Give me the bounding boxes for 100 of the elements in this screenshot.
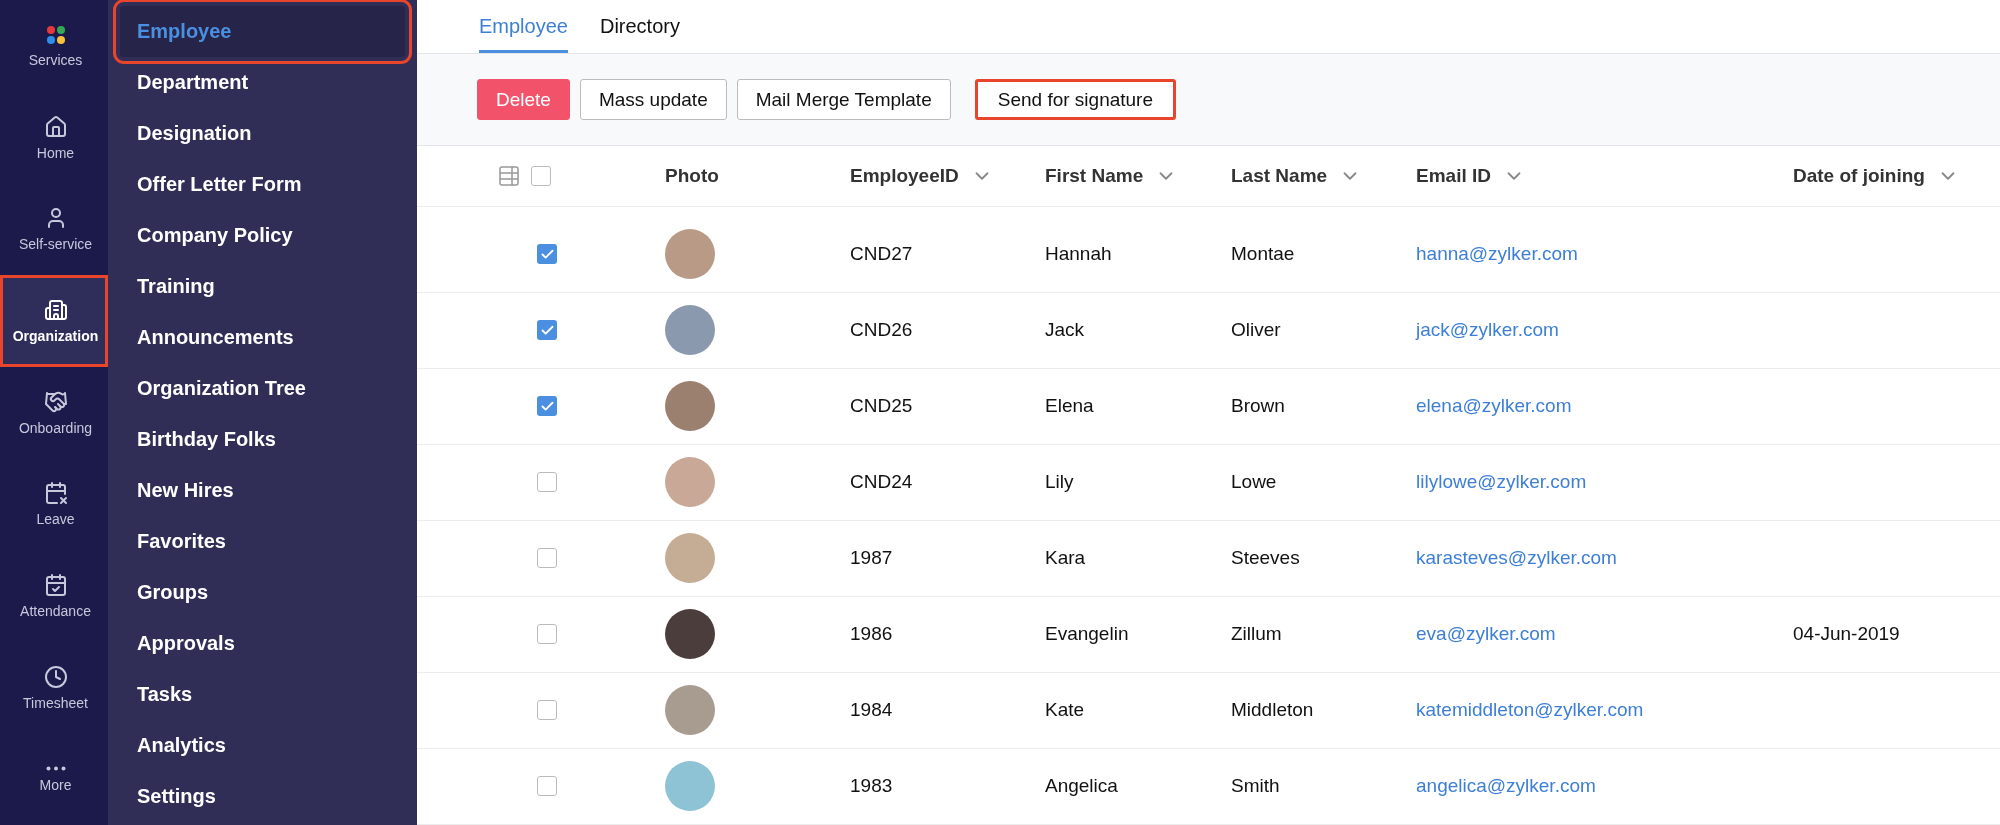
column-settings-icon[interactable] xyxy=(497,164,521,189)
avatar xyxy=(665,457,715,508)
rail-label: Attendance xyxy=(20,602,91,619)
avatar xyxy=(665,381,715,432)
table-cell: Jack xyxy=(1045,319,1085,341)
row-checkbox[interactable] xyxy=(537,472,557,493)
handshake-icon xyxy=(43,389,68,414)
select-all-checkbox[interactable] xyxy=(531,166,551,187)
table-cell: Lily xyxy=(1045,471,1074,493)
sidebar-item[interactable]: Approvals xyxy=(120,618,405,669)
sidebar-item[interactable]: Favorites xyxy=(120,516,405,567)
column-header: Photo xyxy=(665,165,719,188)
table-cell: 1983 xyxy=(850,775,893,797)
rail-item[interactable]: Timesheet xyxy=(0,641,108,734)
table-cell: Middleton xyxy=(1231,699,1314,721)
more-icon xyxy=(45,765,66,771)
rail-item[interactable]: Organization xyxy=(0,275,108,367)
email-link[interactable]: karasteves@zylker.com xyxy=(1416,547,1617,569)
row-checkbox[interactable] xyxy=(537,244,557,265)
rail-item[interactable]: Self-service xyxy=(0,183,108,275)
email-link[interactable]: eva@zylker.com xyxy=(1416,623,1556,645)
check-icon xyxy=(539,323,555,338)
calendar-icon xyxy=(43,481,68,506)
table-cell: CND27 xyxy=(850,243,913,265)
row-checkbox[interactable] xyxy=(537,548,557,569)
four-dots-icon xyxy=(44,23,67,46)
table-cell: CND24 xyxy=(850,471,913,493)
table-cell: 1987 xyxy=(850,547,893,569)
sidebar-item[interactable]: Company Policy xyxy=(120,210,405,261)
row-checkbox[interactable] xyxy=(537,700,557,721)
table-cell: 1986 xyxy=(850,623,893,645)
avatar xyxy=(665,609,715,660)
home-icon xyxy=(43,114,68,139)
table-cell: Elena xyxy=(1045,395,1094,417)
table-cell: Angelica xyxy=(1045,775,1118,797)
rail-label: More xyxy=(39,776,72,793)
sidebar-item[interactable]: Tasks xyxy=(120,669,405,720)
rail-label: Self-service xyxy=(18,236,93,253)
table-cell: Kate xyxy=(1045,699,1085,721)
toolbar-button[interactable]: Mail Merge Template xyxy=(736,79,951,120)
rail-label: Leave xyxy=(36,511,75,528)
rail-item[interactable]: Services xyxy=(0,0,108,92)
row-checkbox[interactable] xyxy=(537,776,557,797)
avatar xyxy=(665,533,715,584)
table-cell: Brown xyxy=(1231,395,1285,417)
table-cell: Steeves xyxy=(1231,547,1300,569)
rail-item[interactable]: Leave xyxy=(0,458,108,551)
calendar-check-icon xyxy=(43,572,68,597)
table-cell: 04-Jun-2019 xyxy=(1793,623,1900,645)
sidebar-item[interactable]: Offer Letter Form xyxy=(120,159,405,210)
table-cell: Lowe xyxy=(1231,471,1277,493)
sidebar-item[interactable]: Birthday Folks xyxy=(120,414,405,465)
table-cell: Evangelin xyxy=(1045,623,1129,645)
email-link[interactable]: hanna@zylker.com xyxy=(1416,243,1578,265)
sidebar-item[interactable]: Analytics xyxy=(120,720,405,771)
sidebar-item[interactable]: Announcements xyxy=(120,312,405,363)
column-header[interactable]: First Name xyxy=(1045,165,1178,188)
avatar xyxy=(665,761,715,812)
sidebar-item[interactable]: Organization Tree xyxy=(120,363,405,414)
tab[interactable]: Directory xyxy=(599,0,680,53)
rail-item[interactable]: Attendance xyxy=(0,550,108,642)
rail-label: Timesheet xyxy=(23,694,88,711)
email-link[interactable]: elena@zylker.com xyxy=(1416,395,1572,417)
email-link[interactable]: lilylowe@zylker.com xyxy=(1416,471,1587,493)
table-cell: 1984 xyxy=(850,699,893,721)
email-link[interactable]: angelica@zylker.com xyxy=(1416,775,1596,797)
rail-item[interactable]: More xyxy=(0,733,108,825)
email-link[interactable]: jack@zylker.com xyxy=(1416,319,1559,341)
sidebar-item[interactable]: Designation xyxy=(120,108,405,159)
table-cell: Montae xyxy=(1231,243,1295,265)
column-header[interactable]: Date of joining xyxy=(1793,165,1959,188)
toolbar-button[interactable]: Send for signature xyxy=(974,79,1176,120)
row-checkbox[interactable] xyxy=(537,624,557,645)
sidebar-item[interactable]: Department xyxy=(120,57,405,108)
row-checkbox[interactable] xyxy=(537,396,557,417)
table-cell: Zillum xyxy=(1231,623,1282,645)
sidebar-item[interactable]: New Hires xyxy=(120,465,405,516)
table-cell: Kara xyxy=(1045,547,1086,569)
row-checkbox[interactable] xyxy=(537,320,557,341)
column-header[interactable]: Email ID xyxy=(1416,165,1525,188)
sidebar-item[interactable]: Groups xyxy=(120,567,405,618)
avatar xyxy=(665,685,715,736)
check-icon xyxy=(539,247,555,262)
column-header[interactable]: EmployeeID xyxy=(850,165,993,188)
table-cell: Smith xyxy=(1231,775,1280,797)
avatar xyxy=(665,305,715,356)
table-cell: CND26 xyxy=(850,319,913,341)
rail-label: Services xyxy=(28,51,83,68)
rail-label: Onboarding xyxy=(18,419,93,436)
avatar xyxy=(665,229,715,280)
rail-item[interactable]: Onboarding xyxy=(0,366,108,459)
check-icon xyxy=(539,399,555,414)
column-header[interactable]: Last Name xyxy=(1231,165,1362,188)
buildings-icon xyxy=(43,297,68,322)
email-link[interactable]: katemiddleton@zylker.com xyxy=(1416,699,1644,721)
toolbar-button[interactable]: Mass update xyxy=(579,79,727,120)
rail-label: Organization xyxy=(12,327,99,344)
rail-item[interactable]: Home xyxy=(0,91,108,184)
sidebar-item[interactable]: Training xyxy=(120,261,405,312)
sidebar-item[interactable]: Settings xyxy=(120,771,405,822)
